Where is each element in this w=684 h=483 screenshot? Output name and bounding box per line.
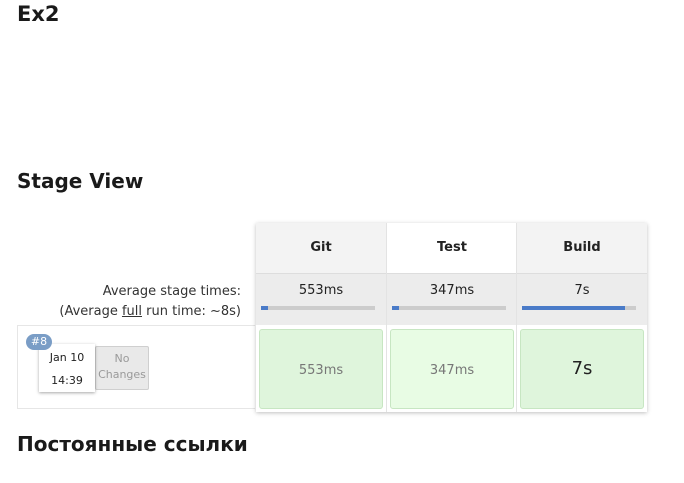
average-full-run-time: (Average full run time: ~8s): [17, 304, 241, 319]
stage-progress-build: [522, 306, 636, 310]
stage-avg-build: 7s: [517, 273, 647, 325]
stage-progress-fill-build: [522, 306, 625, 310]
avg-run-suffix: run time: ~8s): [142, 304, 241, 319]
build-date-card[interactable]: Jan 10 14:39: [39, 344, 95, 392]
stage-progress-fill-test: [392, 306, 399, 310]
build-date: Jan 10: [49, 351, 85, 364]
full-run-time-link[interactable]: full: [122, 304, 142, 319]
stage-avg-time-build: 7s: [574, 283, 590, 298]
stage-column-test: Test 347ms 347ms: [387, 223, 517, 412]
stage-view-title: Stage View: [17, 169, 144, 193]
stage-column-build: Build 7s 7s: [517, 223, 647, 412]
stage-avg-time-git: 553ms: [298, 283, 344, 298]
stage-cell-time-git: 553ms: [298, 363, 344, 378]
stage-progress-git: [261, 306, 375, 310]
no-changes-box[interactable]: No Changes: [95, 346, 149, 390]
stage-progress-fill-git: [261, 306, 268, 310]
changes-line-2: Changes: [98, 368, 146, 381]
stage-cell-test[interactable]: 347ms: [390, 329, 514, 409]
page-title: Ex2: [17, 2, 60, 26]
stage-header-test[interactable]: Test: [387, 223, 517, 273]
stage-header-build[interactable]: Build: [517, 223, 647, 273]
stage-column-git: Git 553ms 553ms: [256, 223, 386, 412]
build-time: 14:39: [51, 374, 83, 387]
stage-cell-time-test: 347ms: [429, 363, 475, 378]
average-stage-times-label: Average stage times:: [102, 284, 241, 299]
stage-cell-git[interactable]: 553ms: [259, 329, 383, 409]
stage-avg-time-test: 347ms: [429, 283, 475, 298]
build-number-badge[interactable]: #8: [26, 334, 52, 350]
stage-avg-test: 347ms: [387, 273, 517, 325]
stage-cell-time-build: 7s: [571, 358, 593, 379]
stage-progress-test: [392, 306, 506, 310]
stage-header-git[interactable]: Git: [256, 223, 386, 273]
changes-line-1: No: [114, 352, 130, 365]
permalinks-title: Постоянные ссылки: [17, 432, 248, 456]
stage-table: Git 553ms 553ms Test 347ms 347ms Build 7…: [256, 223, 647, 412]
stage-avg-git: 553ms: [256, 273, 386, 325]
stage-cell-build[interactable]: 7s: [520, 329, 644, 409]
avg-run-prefix: (Average: [59, 304, 122, 319]
